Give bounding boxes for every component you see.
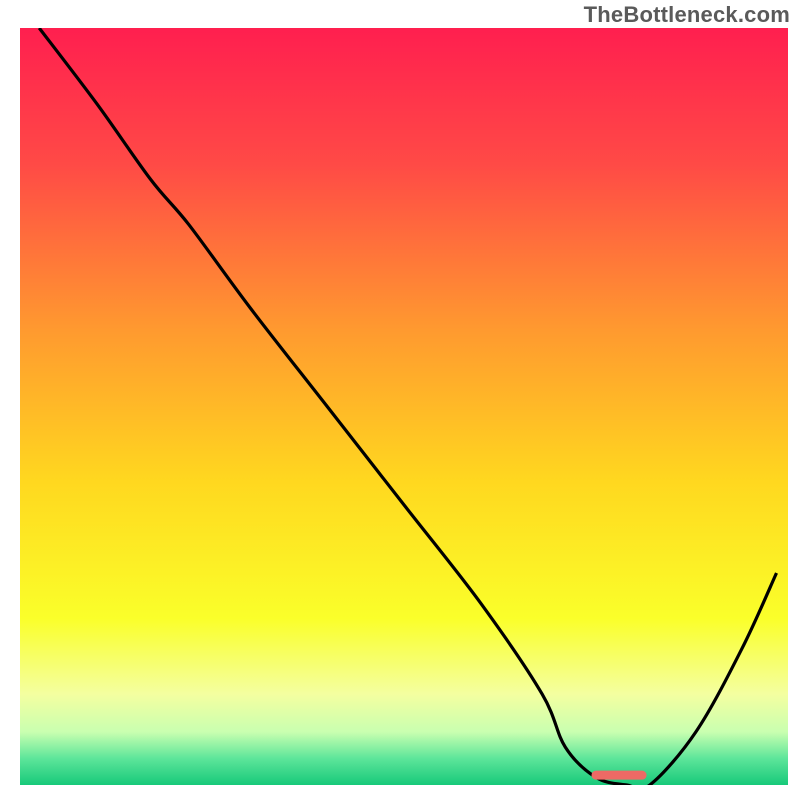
watermark-text: TheBottleneck.com <box>584 2 790 28</box>
gradient-background <box>20 28 788 785</box>
bottleneck-chart <box>0 0 800 800</box>
chart-container: TheBottleneck.com <box>0 0 800 800</box>
